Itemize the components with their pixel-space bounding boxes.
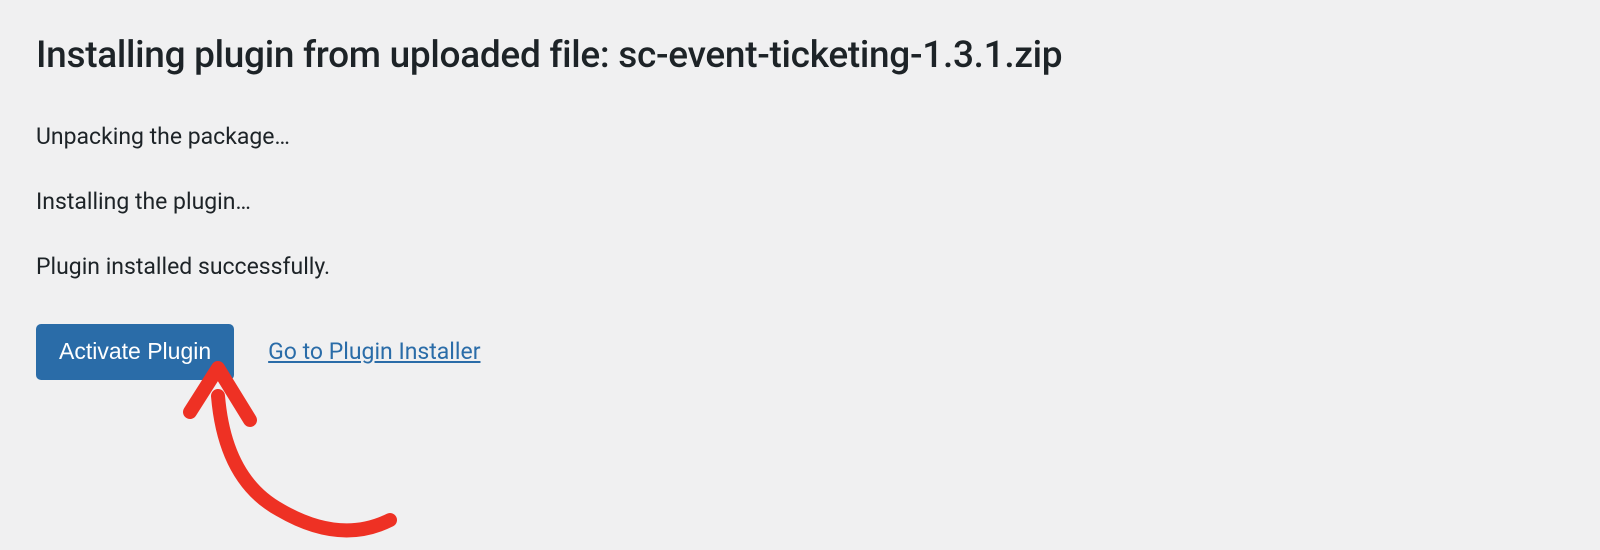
status-success: Plugin installed successfully. [36,253,1564,280]
page-title: Installing plugin from uploaded file: sc… [36,34,1564,77]
status-unpacking: Unpacking the package… [36,123,1564,150]
plugin-installer-link[interactable]: Go to Plugin Installer [268,338,480,365]
annotation-arrow-icon [170,360,430,550]
action-row: Activate Plugin Go to Plugin Installer [36,324,1564,380]
activate-plugin-button[interactable]: Activate Plugin [36,324,234,380]
status-installing: Installing the plugin… [36,188,1564,215]
